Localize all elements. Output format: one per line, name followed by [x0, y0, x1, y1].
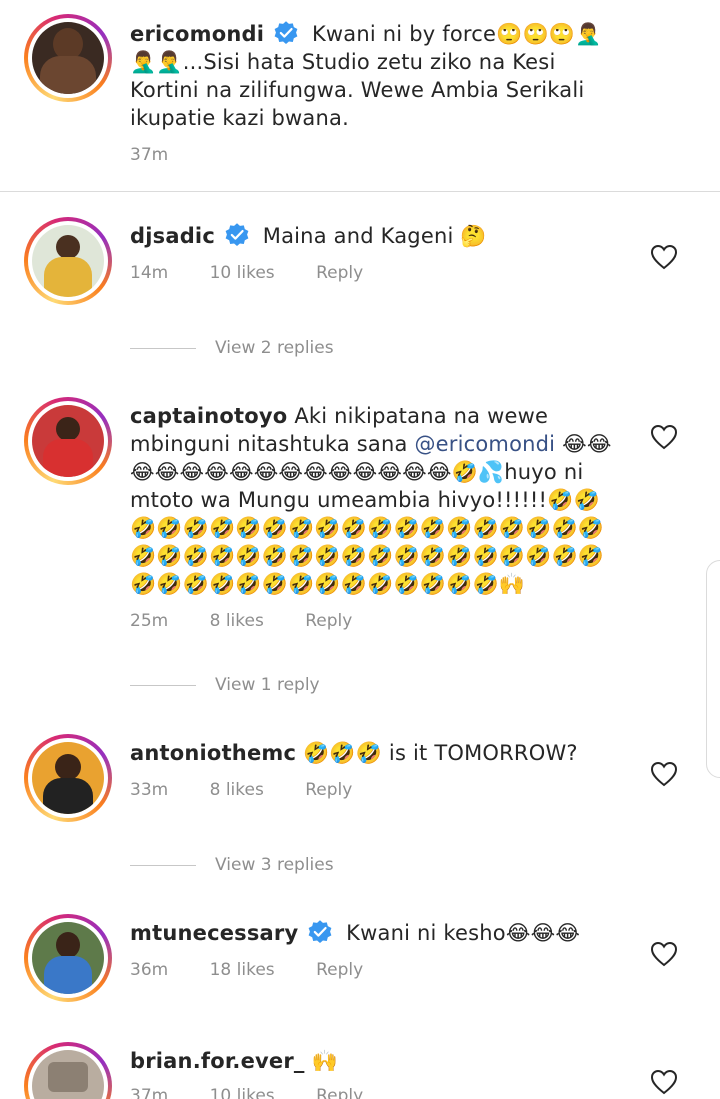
- timestamp: 33m: [130, 780, 169, 800]
- comment-text-block: mtunecessary Kwani ni kesho😂😂😂: [130, 919, 620, 947]
- timestamp: 37m: [130, 1086, 169, 1099]
- avatar[interactable]: [24, 217, 112, 305]
- likes-count[interactable]: 8 likes: [210, 611, 264, 631]
- avatar[interactable]: [24, 1042, 112, 1099]
- username[interactable]: djsadic: [130, 224, 215, 248]
- avatar[interactable]: [24, 734, 112, 822]
- username[interactable]: brian.for.ever_: [130, 1049, 305, 1073]
- caption-meta: 37m: [130, 145, 204, 165]
- timestamp: 14m: [130, 263, 169, 283]
- comment-text-block: antoniothemc 🤣🤣🤣 is it TOMORROW?: [130, 739, 620, 767]
- verified-badge-icon: [224, 222, 250, 248]
- username[interactable]: mtunecessary: [130, 921, 298, 945]
- timestamp: 37m: [130, 145, 169, 165]
- verified-badge-icon: [273, 20, 299, 46]
- heart-outline-icon[interactable]: [650, 1069, 678, 1095]
- comment-text-block: brian.for.ever_ 🙌: [130, 1047, 620, 1075]
- reply-button[interactable]: Reply: [305, 780, 352, 800]
- username[interactable]: ericomondi: [130, 22, 264, 46]
- heart-outline-icon[interactable]: [650, 424, 678, 450]
- heart-outline-icon[interactable]: [650, 941, 678, 967]
- likes-count[interactable]: 18 likes: [210, 960, 275, 980]
- comment-meta: 36m 18 likes Reply: [130, 960, 399, 980]
- comment-text-block: djsadic Maina and Kageni 🤔: [130, 222, 620, 250]
- comment-text: 🤣🤣🤣 is it TOMORROW?: [303, 741, 578, 765]
- replies-line: [130, 864, 196, 866]
- comment-meta: 14m 10 likes Reply: [130, 263, 399, 283]
- timestamp: 36m: [130, 960, 169, 980]
- username[interactable]: antoniothemc: [130, 741, 296, 765]
- comment-meta: 37m 10 likes Reply: [130, 1086, 399, 1099]
- avatar[interactable]: [24, 397, 112, 485]
- reply-button[interactable]: Reply: [305, 611, 352, 631]
- reply-button[interactable]: Reply: [316, 960, 363, 980]
- likes-count[interactable]: 10 likes: [210, 263, 275, 283]
- view-replies-label[interactable]: View 2 replies: [215, 338, 334, 358]
- view-replies-button[interactable]: View 2 replies: [130, 336, 334, 360]
- avatar[interactable]: [24, 914, 112, 1002]
- divider: [0, 191, 720, 192]
- reply-button[interactable]: Reply: [316, 1086, 363, 1099]
- comment-text-block: captainotoyo Aki nikipatana na wewe mbin…: [130, 402, 620, 598]
- comment-text: Maina and Kageni 🤔: [262, 224, 487, 248]
- likes-count[interactable]: 8 likes: [210, 780, 264, 800]
- heart-outline-icon[interactable]: [650, 244, 678, 270]
- scroll-handle[interactable]: [706, 560, 720, 778]
- view-replies-label[interactable]: View 1 reply: [215, 675, 320, 695]
- avatar[interactable]: [24, 14, 112, 102]
- view-replies-label[interactable]: View 3 replies: [215, 855, 334, 875]
- view-replies-button[interactable]: View 1 reply: [130, 673, 320, 697]
- username[interactable]: captainotoyo: [130, 404, 287, 428]
- comment-text: Kwani ni kesho😂😂😂: [346, 921, 581, 945]
- heart-outline-icon[interactable]: [650, 761, 678, 787]
- reply-button[interactable]: Reply: [316, 263, 363, 283]
- comment-meta: 25m 8 likes Reply: [130, 611, 388, 631]
- caption-text: ericomondi Kwani ni by force🙄🙄🙄🤦‍♂️🤦‍♂️🤦…: [130, 20, 620, 132]
- view-replies-button[interactable]: View 3 replies: [130, 853, 334, 877]
- mention-link[interactable]: @ericomondi: [414, 432, 555, 456]
- timestamp: 25m: [130, 611, 169, 631]
- verified-badge-icon: [307, 919, 333, 945]
- replies-line: [130, 684, 196, 686]
- comment-meta: 33m 8 likes Reply: [130, 780, 388, 800]
- likes-count[interactable]: 10 likes: [210, 1086, 275, 1099]
- comment-text: 🙌: [311, 1049, 338, 1073]
- replies-line: [130, 347, 196, 349]
- comment-text: 😂😂😂😂😂😂😂😂😂😂😂😂😂😂😂🤣💦huyo ni mtoto wa Mungu …: [130, 432, 612, 596]
